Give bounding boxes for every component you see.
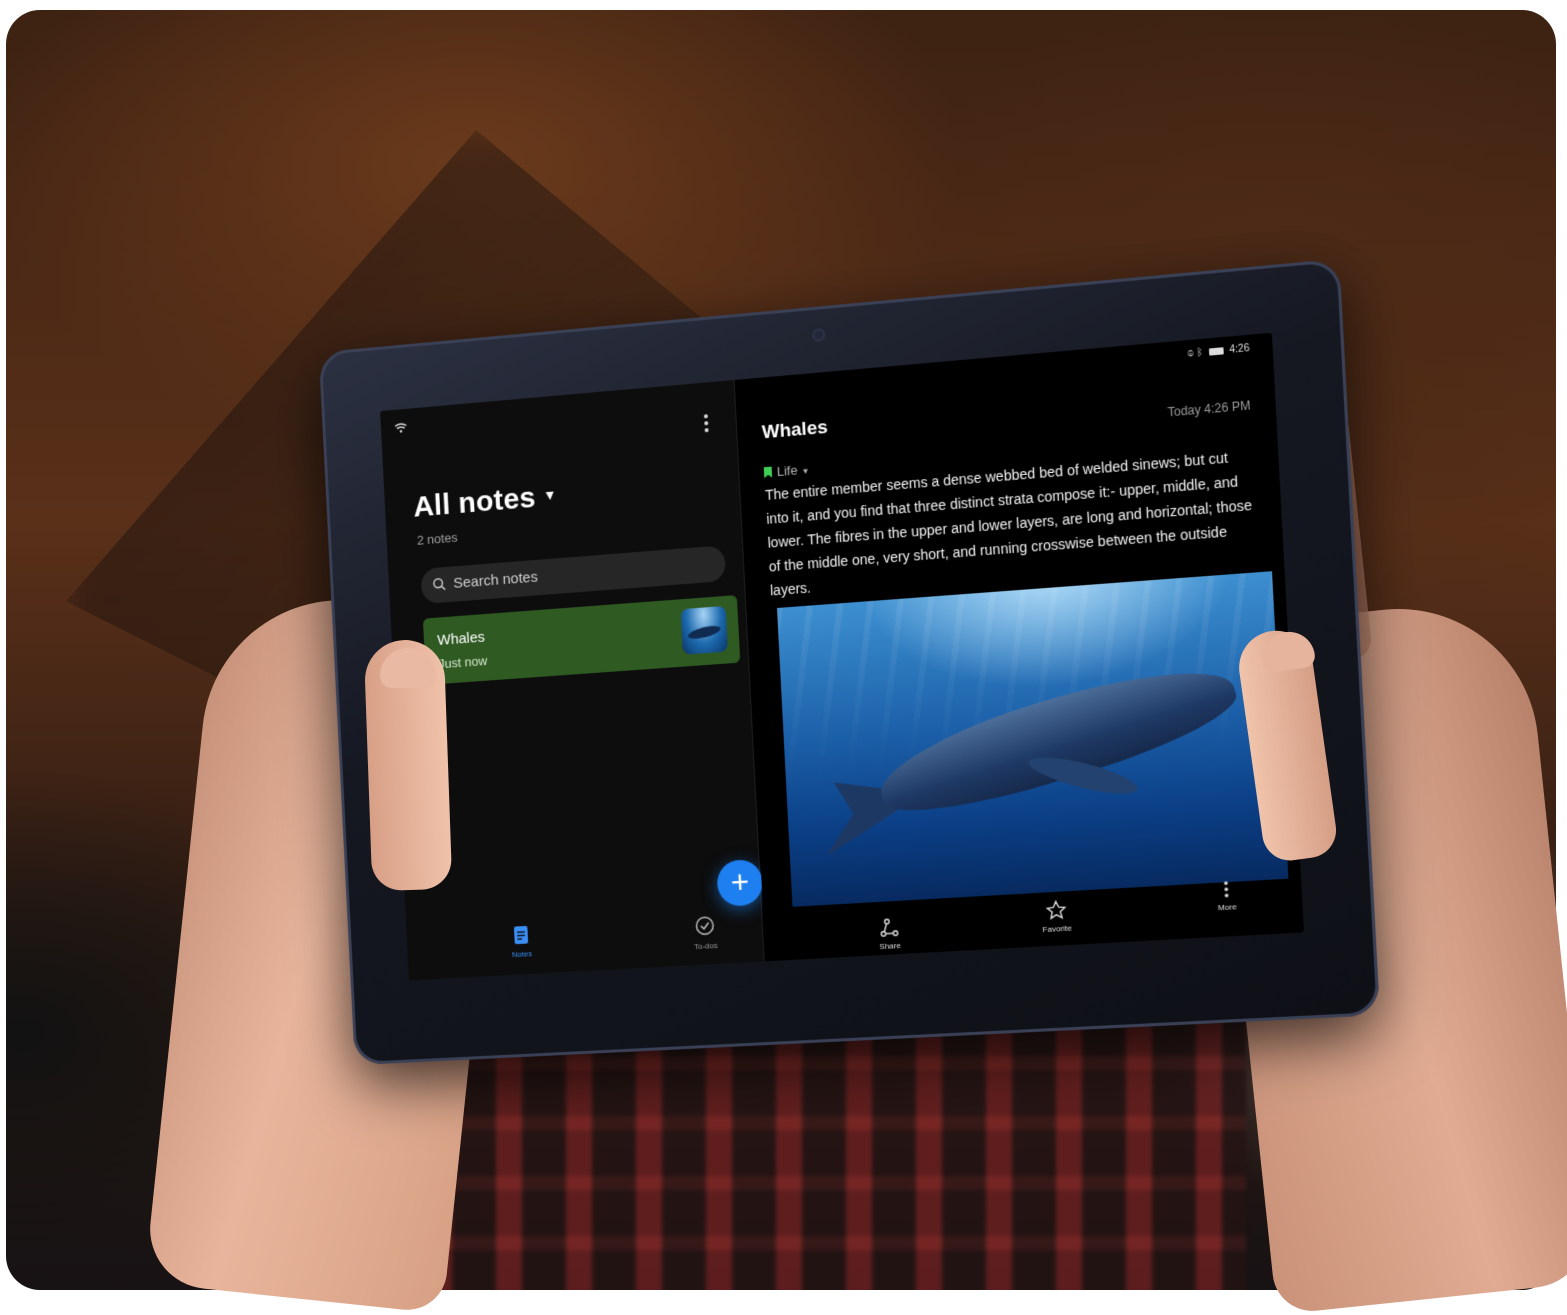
tab-notes[interactable]: Notes (492, 925, 551, 961)
note-item-time: Just now (438, 653, 487, 671)
share-button[interactable]: Share (859, 916, 921, 952)
bluetooth-icon: ᛒ (1196, 347, 1203, 359)
favorite-button[interactable]: Favorite (1025, 898, 1088, 935)
front-camera (812, 328, 826, 342)
search-input[interactable]: Search notes (420, 545, 726, 604)
favorite-label: Favorite (1026, 923, 1088, 935)
note-title[interactable]: Whales (761, 417, 828, 444)
more-button[interactable]: More (1195, 878, 1259, 913)
bookmark-icon (764, 467, 772, 479)
note-item-title: Whales (437, 629, 485, 649)
search-icon (432, 577, 446, 592)
star-icon (1045, 899, 1066, 920)
tablet-device: All notes ▼ 2 notes Search notes Whales J… (319, 259, 1380, 1066)
more-vertical-icon (1223, 880, 1230, 899)
add-note-button[interactable]: + (716, 859, 764, 907)
tablet-screen: All notes ▼ 2 notes Search notes Whales J… (380, 333, 1304, 981)
chevron-down-icon: ▼ (801, 466, 809, 476)
chevron-down-icon: ▼ (543, 486, 557, 503)
more-options-icon[interactable] (703, 414, 710, 434)
share-icon (879, 917, 900, 938)
page-title-text: All notes (413, 481, 537, 523)
status-time: 4:26 (1229, 343, 1250, 356)
tab-todos[interactable]: To-dos (675, 914, 735, 952)
notes-icon (514, 926, 528, 944)
whale-image[interactable] (777, 571, 1288, 907)
tab-todos-label: To-dos (676, 940, 735, 952)
battery-icon (1209, 347, 1224, 355)
note-detail-pane: ◉ ᛒ 4:26 Whales Today 4:26 PM Life▼ The … (736, 333, 1304, 962)
note-tag[interactable]: Life ▼ (764, 462, 810, 481)
search-placeholder: Search notes (453, 560, 539, 602)
notes-count: 2 notes (417, 530, 458, 548)
note-tag-label: Life (776, 462, 797, 479)
page-title[interactable]: All notes ▼ (413, 479, 558, 524)
list-item[interactable]: Whales Just now (423, 595, 740, 685)
more-label: More (1196, 901, 1259, 914)
wifi-icon (394, 422, 408, 433)
tab-notes-label: Notes (493, 948, 551, 960)
check-circle-icon (695, 915, 716, 936)
note-thumbnail (681, 606, 728, 655)
eye-icon: ◉ (1187, 348, 1194, 360)
note-timestamp: Today 4:26 PM (1167, 398, 1251, 419)
share-label: Share (860, 940, 920, 952)
status-bar: ◉ ᛒ 4:26 (1187, 343, 1250, 360)
